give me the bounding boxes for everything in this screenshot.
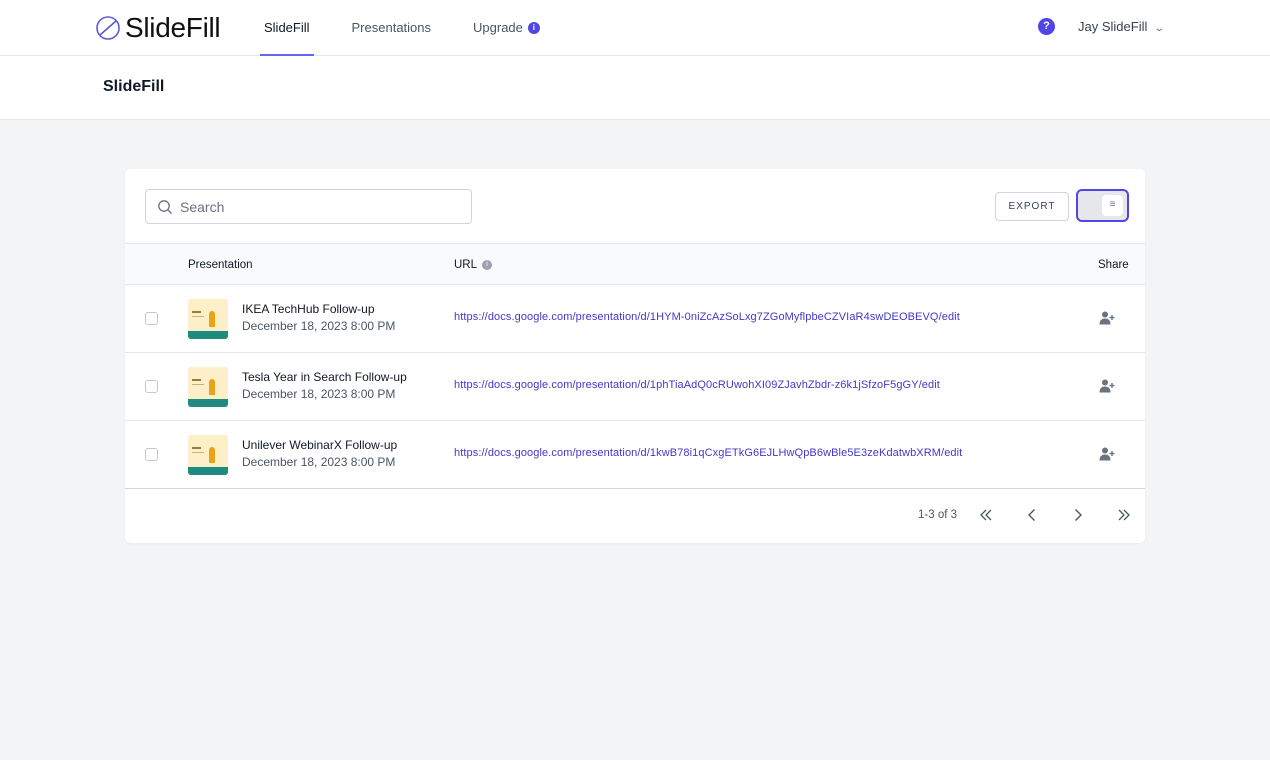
column-header-share: Share: [1098, 259, 1129, 271]
row-checkbox[interactable]: [145, 312, 158, 325]
chevron-right-icon[interactable]: [1068, 505, 1088, 525]
nav-item-slidefill[interactable]: SlideFill: [260, 0, 314, 56]
chevron-left-icon[interactable]: [1022, 505, 1042, 525]
table-row[interactable]: IKEA TechHub Follow-up December 18, 2023…: [125, 285, 1145, 353]
column-header-url[interactable]: URL i: [454, 244, 493, 284]
add-user-icon[interactable]: [1099, 446, 1115, 462]
logo[interactable]: SlideFill: [95, 12, 221, 44]
nav-item-label: Upgrade: [473, 20, 523, 35]
presentation-url-link[interactable]: https://docs.google.com/presentation/d/1…: [454, 379, 940, 391]
presentation-name[interactable]: IKEA TechHub Follow-up: [242, 302, 375, 316]
table-row[interactable]: Tesla Year in Search Follow-up December …: [125, 353, 1145, 421]
chevron-down-icon: ⌄: [1153, 23, 1166, 34]
nav-item-presentations[interactable]: Presentations: [348, 0, 436, 56]
slash-circle-icon: [96, 16, 120, 40]
double-chevron-left-icon[interactable]: [976, 505, 996, 525]
presentation-date: December 18, 2023 8:00 PM: [242, 455, 396, 469]
search-input[interactable]: [180, 190, 460, 223]
list-view-icon: ≡: [1102, 195, 1123, 216]
table-header: Presentation URL i Share: [125, 243, 1145, 285]
presentations-card: EXPORT ≡ Presentation URL i Share IKEA Te…: [125, 169, 1145, 543]
pagination: 1-3 of 3: [125, 489, 1145, 543]
export-button[interactable]: EXPORT: [995, 192, 1069, 221]
page-header: SlideFill: [0, 56, 1270, 120]
presentation-name[interactable]: Tesla Year in Search Follow-up: [242, 370, 407, 384]
double-chevron-right-icon[interactable]: [1114, 505, 1134, 525]
presentation-date: December 18, 2023 8:00 PM: [242, 319, 396, 333]
column-header-presentation[interactable]: Presentation: [188, 244, 253, 284]
nav-item-label: Presentations: [351, 20, 432, 35]
presentation-name[interactable]: Unilever WebinarX Follow-up: [242, 438, 397, 452]
presentation-thumbnail[interactable]: [188, 367, 228, 407]
view-toggle[interactable]: ≡: [1076, 189, 1129, 222]
user-menu[interactable]: Jay SlideFill ⌄: [1078, 0, 1166, 56]
top-navbar: SlideFill SlideFill Presentations Upgrad…: [0, 0, 1270, 56]
search-box[interactable]: [145, 189, 472, 224]
add-user-icon[interactable]: [1099, 378, 1115, 394]
info-badge-icon: i: [527, 21, 540, 34]
presentation-thumbnail[interactable]: [188, 299, 228, 339]
logo-text: SlideFill: [125, 12, 221, 43]
nav-item-upgrade[interactable]: Upgrade i: [469, 0, 544, 56]
row-checkbox[interactable]: [145, 448, 158, 461]
help-button[interactable]: ?: [1038, 18, 1055, 35]
search-icon: [158, 200, 172, 214]
row-checkbox[interactable]: [145, 380, 158, 393]
column-header-label: URL: [454, 259, 478, 271]
presentation-url-link[interactable]: https://docs.google.com/presentation/d/1…: [454, 311, 960, 323]
nav-item-label: SlideFill: [264, 20, 310, 35]
info-icon[interactable]: i: [482, 260, 493, 270]
main-nav: SlideFill Presentations Upgrade i: [260, 0, 578, 56]
user-name: Jay SlideFill: [1078, 19, 1148, 34]
page-title: SlideFill: [103, 78, 165, 95]
pagination-range: 1-3 of 3: [918, 509, 957, 521]
add-user-icon[interactable]: [1099, 310, 1115, 326]
table-row[interactable]: Unilever WebinarX Follow-up December 18,…: [125, 421, 1145, 489]
presentation-date: December 18, 2023 8:00 PM: [242, 387, 396, 401]
presentation-url-link[interactable]: https://docs.google.com/presentation/d/1…: [454, 447, 962, 459]
presentation-thumbnail[interactable]: [188, 435, 228, 475]
